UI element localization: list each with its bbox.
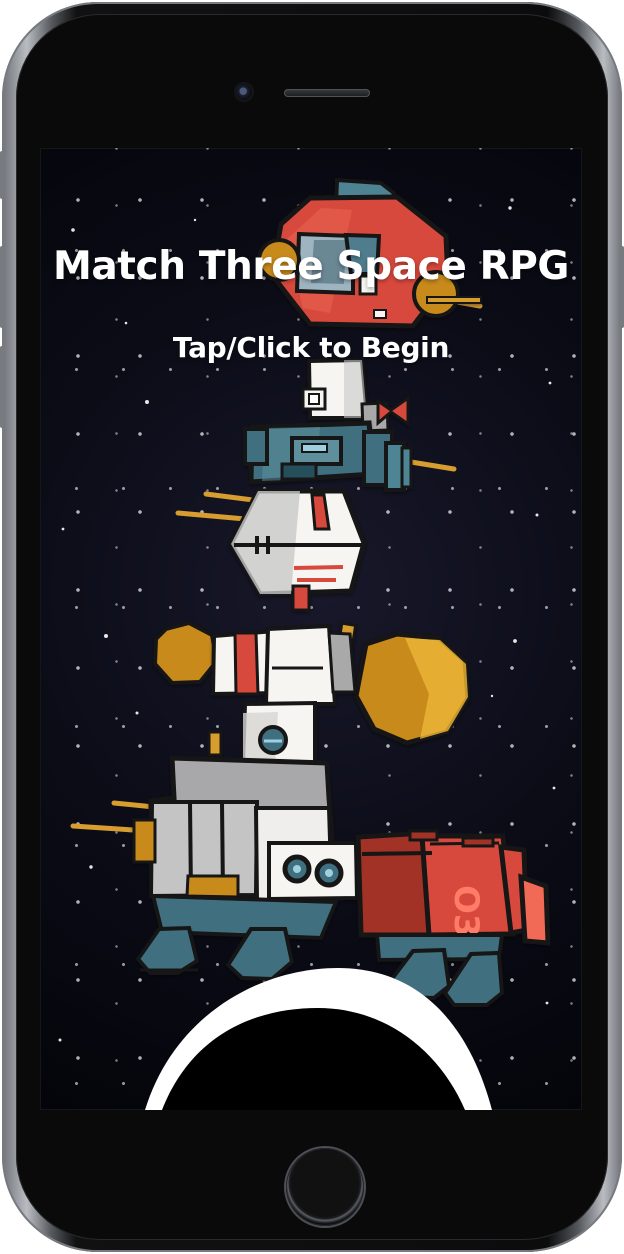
svg-text:O3: O3	[446, 885, 486, 938]
home-button[interactable]	[286, 1148, 364, 1226]
white-center-stack	[207, 623, 357, 772]
game-screen[interactable]: O3 Match Three Space RPG Tap/Click to Be…	[40, 148, 582, 1110]
phone-side-button-lower	[0, 346, 5, 428]
lower-gray-module	[132, 755, 360, 941]
camera-icon	[236, 84, 252, 100]
upper-neck-module	[301, 357, 410, 433]
phone-power-button	[619, 246, 624, 328]
speaker-grille	[284, 89, 370, 97]
space-station-illustration: O3	[58, 177, 556, 1110]
phone-side-button-top	[0, 151, 5, 199]
top-red-module	[257, 177, 482, 329]
red-cargo-module: O3	[355, 829, 551, 963]
middle-white-pod	[228, 488, 367, 612]
phone-side-button-middle	[0, 246, 5, 328]
teal-command-module	[243, 420, 413, 492]
